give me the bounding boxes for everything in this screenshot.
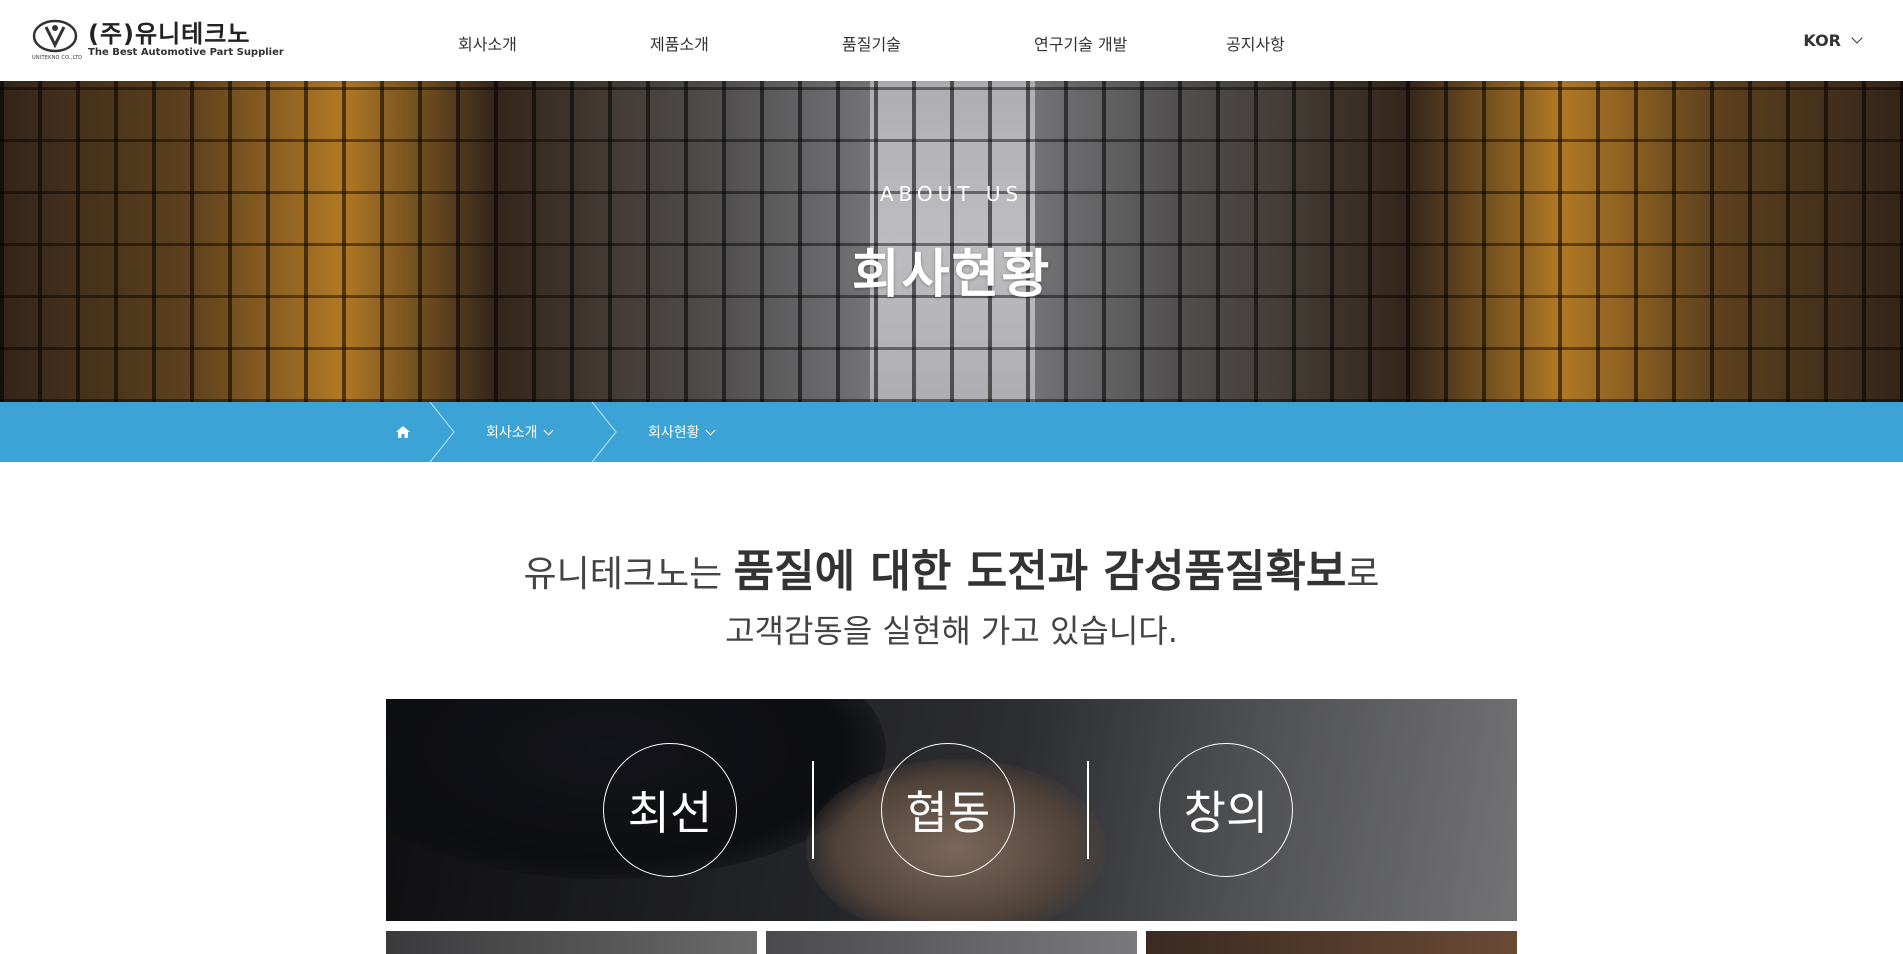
intro-emphasis: 품질에 대한 도전과 감성품질확보 bbox=[733, 546, 1347, 597]
value-label: 최선 bbox=[627, 786, 713, 840]
breadcrumb-label: 회사현황 bbox=[648, 425, 700, 441]
chevron-down-icon bbox=[543, 425, 553, 435]
value-circle: 협동 bbox=[881, 743, 1015, 877]
nav-notice[interactable]: 공지사항 bbox=[1226, 31, 1285, 55]
intro-line-2: 고객감동을 실현해 가고 있습니다. bbox=[725, 612, 1178, 650]
chevron-down-icon bbox=[705, 425, 715, 435]
value-divider bbox=[1087, 761, 1089, 859]
thumbnail-image[interactable] bbox=[1146, 931, 1517, 954]
page-title: 회사현황 bbox=[851, 245, 1052, 305]
value-divider bbox=[812, 761, 814, 859]
intro-line-1: 유니테크노는 품질에 대한 도전과 감성품질확보로 bbox=[0, 545, 1903, 602]
breadcrumb: 회사소개 회사현황 bbox=[0, 402, 1903, 462]
value-circle: 창의 bbox=[1159, 743, 1293, 877]
breadcrumb-label: 회사소개 bbox=[486, 425, 538, 441]
value-circle: 최선 bbox=[603, 743, 737, 877]
nav-company-intro[interactable]: 회사소개 bbox=[458, 31, 517, 55]
thumbnail-image[interactable] bbox=[766, 931, 1137, 954]
nav-products[interactable]: 제품소개 bbox=[650, 31, 709, 55]
breadcrumb-company-intro[interactable]: 회사소개 bbox=[486, 422, 553, 442]
chevron-down-icon bbox=[1851, 32, 1863, 44]
thumbnail-image[interactable] bbox=[386, 931, 757, 954]
value-label: 협동 bbox=[905, 786, 991, 840]
language-selector[interactable]: KOR bbox=[1803, 31, 1863, 50]
hero-kicker: ABOUT US bbox=[879, 182, 1024, 206]
core-values-banner: 최선 협동 창의 bbox=[386, 699, 1517, 921]
nav-quality-tech[interactable]: 품질기술 bbox=[842, 31, 901, 55]
intro-statement: 유니테크노는 품질에 대한 도전과 감성품질확보로 고객감동을 실현해 가고 있… bbox=[0, 545, 1903, 660]
breadcrumb-company-status[interactable]: 회사현황 bbox=[648, 422, 715, 442]
nav-research-dev[interactable]: 연구기술 개발 bbox=[1034, 31, 1127, 55]
breadcrumb-separator bbox=[429, 402, 455, 462]
home-icon[interactable] bbox=[395, 424, 411, 440]
intro-prefix: 유니테크노는 bbox=[523, 554, 734, 595]
intro-suffix: 로 bbox=[1346, 554, 1380, 595]
breadcrumb-separator bbox=[591, 402, 617, 462]
site-header: UNITEKNO CO.,LTD (주)유니테크노 The Best Autom… bbox=[0, 0, 1903, 81]
value-label: 창의 bbox=[1183, 786, 1269, 840]
language-label: KOR bbox=[1803, 31, 1841, 50]
main-nav: 회사소개 제품소개 품질기술 연구기술 개발 공지사항 bbox=[0, 0, 1903, 81]
